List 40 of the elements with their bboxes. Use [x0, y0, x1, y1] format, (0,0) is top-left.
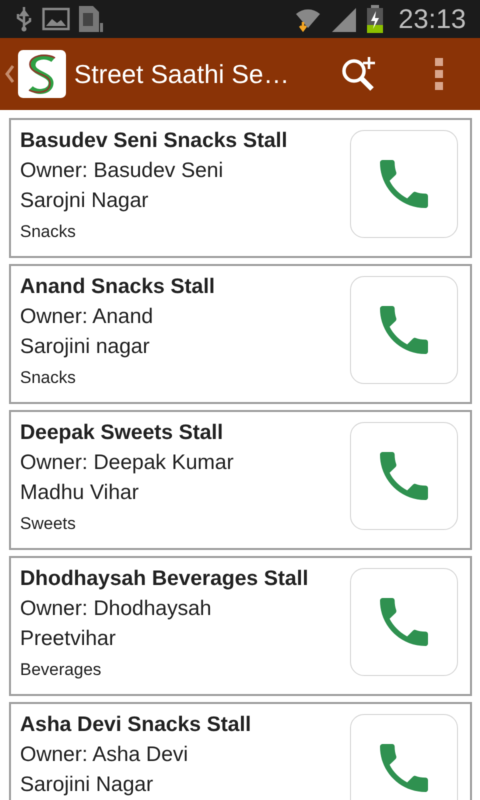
call-button[interactable]	[350, 422, 458, 530]
stall-area: Preetvihar	[20, 624, 350, 654]
owner-name: Owner: Asha Devi	[20, 742, 190, 768]
call-button[interactable]	[350, 714, 458, 800]
stall-category: Beverages	[20, 659, 102, 681]
stall-name: Anand Snacks Stall	[20, 274, 216, 300]
stall-name: Basudev Seni Snacks Stall	[20, 128, 288, 154]
stall-card[interactable]: Anand Snacks Stall Owner: Anand Sarojini nagar Snacks	[9, 264, 472, 404]
usb-icon	[14, 6, 34, 32]
owner-name: Owner: Basudev Seni	[20, 158, 224, 184]
call-button[interactable]	[350, 130, 458, 238]
stall-area: Sarojni Nagar	[20, 186, 350, 216]
stall-name: Dhodhaysah Beverages Stall	[20, 566, 310, 592]
owner-name: Owner: Deepak Kumar	[20, 450, 235, 476]
battery-icon	[366, 5, 384, 33]
stall-name: Asha Devi Snacks Stall	[20, 712, 252, 738]
signal-icon	[330, 6, 358, 32]
call-button[interactable]	[350, 276, 458, 384]
stall-category: Sweets	[20, 513, 77, 535]
stall-card[interactable]: Asha Devi Snacks Stall Owner: Asha Devi Sarojini Nagar	[9, 702, 472, 800]
owner-name: Owner: Dhodhaysah	[20, 596, 212, 622]
stall-card[interactable]: Deepak Sweets Stall Owner: Deepak Kumar Madhu Vihar Sweets	[9, 410, 472, 550]
stall-area: Sarojini nagar	[20, 332, 350, 362]
app-title: Street Saathi Se…	[74, 58, 290, 90]
app-logo[interactable]	[18, 50, 66, 98]
image-icon	[42, 7, 70, 31]
stall-category: Snacks	[20, 367, 77, 389]
owner-name: Owner: Anand	[20, 304, 154, 330]
sim-card-icon	[78, 5, 104, 33]
stall-area: Sarojini Nagar	[20, 770, 350, 800]
overflow-menu-icon[interactable]	[434, 57, 444, 91]
stall-area: Madhu Vihar	[20, 478, 350, 508]
status-time: 23:13	[398, 2, 466, 36]
search-icon[interactable]	[340, 55, 378, 93]
stall-category: Snacks	[20, 221, 77, 243]
back-icon[interactable]	[4, 64, 14, 84]
stall-card[interactable]: Basudev Seni Snacks Stall Owner: Basudev Seni Sarojni Nagar Snacks	[9, 118, 472, 258]
call-button[interactable]	[350, 568, 458, 676]
stall-card[interactable]: Dhodhaysah Beverages Stall Owner: Dhodhaysah Preetvihar Beverages	[9, 556, 472, 696]
stall-name: Deepak Sweets Stall	[20, 420, 224, 446]
